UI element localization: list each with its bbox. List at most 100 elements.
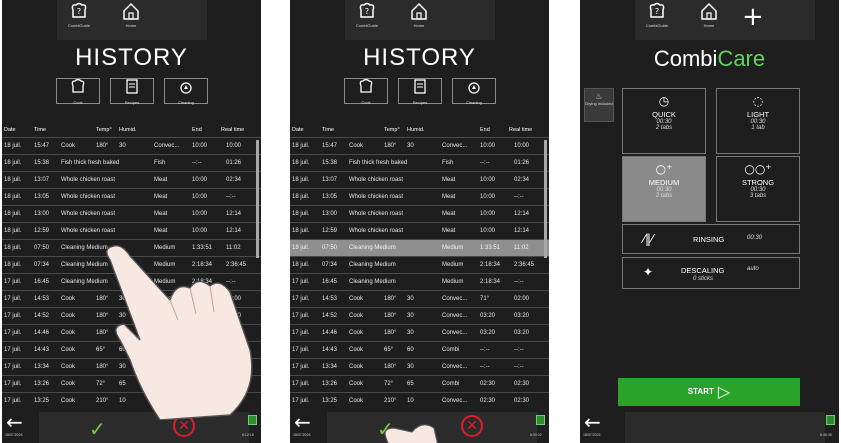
combiguide-button[interactable]: ? CombiGuide [637,2,677,38]
table-row[interactable]: 18 juil. 12:59 Whole chicken roast Meat 10:0… [290,222,549,239]
table-row[interactable]: 17 juil. 14:53 Cook 180° 30 Convec... 71° 02:00 [2,290,261,307]
descaling-sticks: 0 sticks [693,276,714,282]
cell-mode: Convec... [154,296,180,302]
table-row[interactable]: 17 juil. 16:45 Cleaning Medium Medium 2:18:3… [2,273,261,290]
column-end: End [480,127,490,133]
home-button[interactable]: Home [399,2,439,38]
oven-status-icon [826,415,835,425]
category-recipes-button[interactable]: Recipes [110,78,154,105]
back-arrow-icon[interactable]: ← [294,410,311,434]
cell-real: 2:36:45 [226,262,247,268]
table-row[interactable]: 18 juil. 15:38 Fish thick fresh baked Fish -… [2,154,261,171]
top-nav-bar: ? CombiGuide Home + [635,0,815,40]
table-row[interactable]: 17 juil. 13:34 Cook 180° 30 Convec... --:-- --:… [290,358,549,375]
cell-mode: Meat [154,228,168,234]
cell-time: 15:47 [34,143,50,149]
scrollbar[interactable] [256,140,259,258]
program-quick[interactable]: ◷ QUICK 00:30 2 tabs [622,88,706,154]
cell-name: Cook [349,296,364,302]
cell-real: 03:20 [514,330,530,336]
cell-real: --:-- [514,279,524,285]
category-cook-button[interactable]: Cook [344,78,388,105]
combiguide-button[interactable]: ? CombiGuide [347,2,387,38]
table-row[interactable]: 18 juil. 07:50 Cleaning Medium Medium 1:33:5… [2,239,261,256]
cell-real: 12:14 [514,211,530,217]
table-row[interactable]: 17 juil. 13:25 Cook 210° 10 Convec... 02:30 02:… [2,392,261,409]
cell-mode: Medium [154,279,176,285]
cell-mode: Medium [442,245,464,251]
table-row[interactable]: 17 juil. 14:53 Cook 180° 30 Convec... 71° 02:00 [290,290,549,307]
table-row[interactable]: 17 juil. 14:43 Cook 65° 60 Combi --:-- --:-- [2,341,261,358]
table-row[interactable]: 18 juil. 15:38 Fish thick fresh baked Fish -… [290,154,549,171]
table-row[interactable]: 17 juil. 13:25 Cook 210° 10 Convec... 02:30 02:… [290,392,549,409]
table-row[interactable]: 18 juil. 13:05 Whole chicken roast Meat 10:0… [290,188,549,205]
home-button[interactable]: Home [111,2,151,38]
cell-date: 18 juil. [292,211,310,217]
table-row[interactable]: 17 juil. 13:34 Cook 180° 30 Convec... --:-- --:… [2,358,261,375]
cell-end: 1:33:51 [192,245,213,251]
category-cleaning-button[interactable]: Cleaning [164,78,208,105]
cell-mode: Convec... [442,313,468,319]
table-row[interactable]: 18 juil. 13:00 Whole chicken roast Meat 10:0… [2,205,261,222]
table-row[interactable]: 17 juil. 14:52 Cook 180° 30 Convec... 03:20 03:… [2,307,261,324]
cell-date: 17 juil. [292,330,310,336]
cell-name: Cook [61,330,76,336]
table-row[interactable]: 18 juil. 12:59 Whole chicken roast Meat 10:0… [2,222,261,239]
confirm-check-icon[interactable]: ✓ [377,417,394,441]
combiguide-button[interactable]: ? CombiGuide [59,2,99,38]
start-button[interactable]: START ▷ [618,378,800,406]
category-recipes-button[interactable]: Recipes [398,78,442,105]
table-row[interactable]: 18 juil. 15:47 Cook 180° 30 Convec... 10:00 10:… [2,137,261,154]
cell-end: --:-- [192,160,202,166]
rinsing-button[interactable]: ⁄‖⁄ RINSING 00:30 [622,224,800,254]
table-row[interactable]: 17 juil. 14:52 Cook 180° 30 Convec... 03:20 03:… [290,307,549,324]
cell-time: 16:45 [34,279,50,285]
table-row[interactable]: 18 juil. 07:34 Cleaning Medium Medium 2:18:3… [2,256,261,273]
table-row[interactable]: 18 juil. 13:07 Whole chicken roast Meat 10:0… [2,171,261,188]
table-row[interactable]: 17 juil. 13:26 Cook 72° 65 Combi 02:30 02:30 [2,375,261,392]
table-row[interactable]: 18 juil. 13:07 Whole chicken roast Meat 10:0… [290,171,549,188]
table-row[interactable]: 18 juil. 13:00 Whole chicken roast Meat 10:0… [290,205,549,222]
table-row[interactable]: 17 juil. 13:26 Cook 72° 65 Combi 02:30 02:30 [290,375,549,392]
table-row[interactable]: 18 juil. 07:34 Cleaning Medium Medium 2:18:3… [290,256,549,273]
category-label: Cleaning [466,100,482,105]
table-row[interactable]: 17 juil. 14:46 Cook 180° 30 Convec... 03:20 03:… [2,324,261,341]
table-row[interactable]: 18 juil. 15:47 Cook 180° 30 Convec... 10:00 10:… [290,137,549,154]
top-nav-bar: ? CombiGuide Home [57,0,207,40]
table-row[interactable]: 18 juil. 13:05 Whole chicken roast Meat 10:0… [2,188,261,205]
back-arrow-icon[interactable]: ← [6,410,23,434]
home-label: Home [125,23,137,28]
scrollbar[interactable] [544,140,547,258]
cell-time: 14:46 [34,330,50,336]
cell-time: 15:38 [34,160,50,166]
cell-mode: Combi [442,347,460,353]
home-button[interactable]: Home [689,2,729,38]
program-light[interactable]: ◌ LIGHT 00:30 1 tab [716,88,800,154]
category-cleaning-button[interactable]: Cleaning [452,78,496,105]
descaling-button[interactable]: ✦ DESCALING auto 0 sticks [622,257,800,289]
back-arrow-icon[interactable]: ← [584,410,601,434]
cell-end: 02:30 [480,398,496,404]
table-row[interactable]: 17 juil. 14:43 Cook 65° 60 Combi --:-- --:-- [290,341,549,358]
confirm-check-icon[interactable]: ✓ [89,417,106,441]
table-row[interactable]: 18 juil. 07:50 Cleaning Medium Medium 1:33:5… [290,239,549,256]
add-plus-icon[interactable]: + [742,4,764,30]
table-header: Date Time Temp° Humid. End Real time [290,125,549,135]
cell-end: 10:00 [192,228,208,234]
recipe-book-icon [414,79,426,94]
table-row[interactable]: 17 juil. 16:45 Cleaning Medium Medium 2:18:3… [290,273,549,290]
cell-real: 02:30 [226,381,242,387]
table-row[interactable]: 17 juil. 14:46 Cook 180° 30 Convec... 03:20 03:… [290,324,549,341]
category-cook-button[interactable]: Cook [56,78,100,105]
program-strong[interactable]: ○○⁺ STRONG 00:30 3 tabs [716,156,800,222]
cancel-icon[interactable]: ✕ [173,415,195,437]
cell-humid: 60 [119,347,126,353]
drying-toggle[interactable]: ♨ Drying included [584,88,614,122]
cell-time: 15:38 [322,160,338,166]
cell-temp: 65° [384,347,394,353]
cell-end: --:-- [480,364,490,370]
program-medium[interactable]: ○⁺ MEDIUM 00:30 2 tabs [622,156,706,222]
cell-time: 12:59 [34,228,50,234]
cancel-icon[interactable]: ✕ [461,415,483,437]
chef-question-icon: ? [359,2,375,18]
